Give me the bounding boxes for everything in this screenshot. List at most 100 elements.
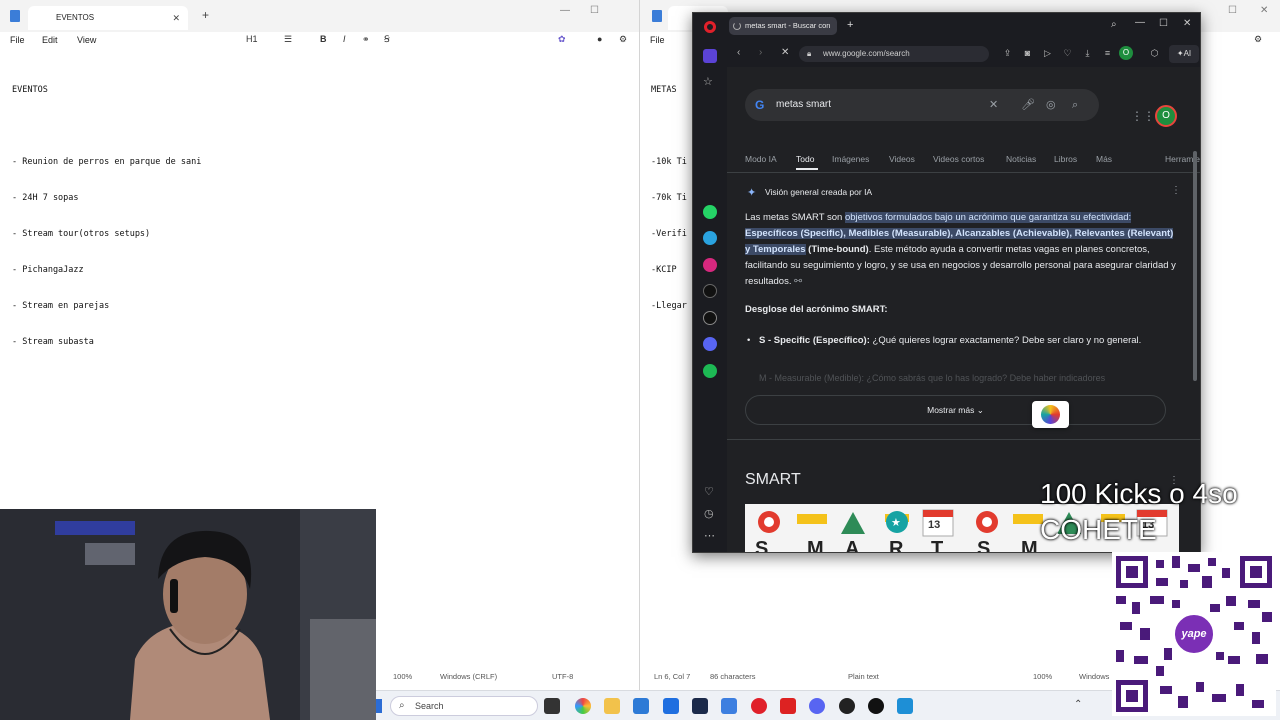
telegram-icon[interactable] [703, 231, 717, 245]
edge-icon[interactable] [721, 698, 737, 714]
maximize-icon[interactable]: ☐ [590, 5, 599, 16]
smart-letter: T [931, 538, 944, 552]
url-text: www.google.com/search [823, 49, 910, 58]
tab-eventos[interactable]: EVENTOS ✕ [28, 6, 188, 30]
apps-grid-icon[interactable]: ⋮⋮ [1131, 109, 1155, 123]
smart-letter: A [845, 538, 860, 552]
url-field[interactable]: 🔒︎ www.google.com/search [799, 46, 989, 62]
download-icon[interactable]: ⤓ [1082, 48, 1093, 59]
instagram-icon[interactable] [703, 258, 717, 272]
discord-icon[interactable] [809, 698, 825, 714]
share-icon[interactable]: ⇪ [1002, 48, 1013, 59]
menu-edit[interactable]: Edit [42, 35, 58, 45]
text-line: - PichangaJazz [12, 265, 84, 275]
whatsapp-icon[interactable] [703, 205, 717, 219]
microphone-icon[interactable]: 🎤︎ [1021, 89, 1035, 121]
notepad-taskbar-icon[interactable] [897, 698, 913, 714]
settings-icon[interactable]: ⚙ [619, 34, 627, 45]
task-view-icon[interactable] [544, 698, 560, 714]
close-icon[interactable]: ✕ [1260, 5, 1268, 16]
list-icon[interactable]: ☰ [284, 34, 292, 45]
menu-file[interactable]: File [650, 35, 665, 45]
show-more-button[interactable]: Mostrar más ⌄ [745, 395, 1166, 425]
file-explorer-icon[interactable] [604, 698, 620, 714]
close-icon[interactable]: ✕ [1183, 18, 1191, 29]
spotify-icon[interactable] [703, 364, 717, 378]
menu-view[interactable]: View [77, 35, 96, 45]
search-icon[interactable]: ⌕ [1072, 89, 1078, 121]
copilot-icon[interactable]: ✿ [558, 34, 566, 45]
back-icon[interactable]: ‹ [737, 47, 740, 58]
start-icon[interactable] [376, 699, 382, 713]
camera-icon[interactable]: ◙ [1022, 48, 1033, 59]
tab-libros[interactable]: Libros [1054, 154, 1077, 164]
forward-icon[interactable]: › [759, 47, 762, 58]
account-icon[interactable]: ● [597, 34, 602, 44]
google-account-avatar[interactable]: O [1155, 105, 1177, 127]
maximize-icon[interactable]: ☐ [1159, 18, 1168, 29]
home-icon[interactable] [703, 49, 717, 63]
tab-todo[interactable]: Todo [796, 154, 814, 164]
google-search-box[interactable]: G metas smart ✕ 🎤︎ ◎ ⌕ [745, 89, 1099, 121]
tab-mas[interactable]: Más [1096, 154, 1112, 164]
store-icon[interactable] [633, 698, 649, 714]
taskbar-search[interactable]: ⌕ Search [390, 696, 538, 716]
notepad-right-content[interactable]: METAS -10k Ti -70k Ti -Verifi -KCIP -Lle… [651, 60, 687, 336]
more-icon[interactable]: ⋯ [704, 529, 715, 542]
browser-tab-active[interactable]: metas smart - Buscar con [729, 17, 837, 35]
yape-logo-icon: yape [1172, 612, 1216, 656]
ai-highlight-segment[interactable]: objetivos formulados bajo un acrónimo qu… [844, 212, 1132, 223]
tab-modo-ia[interactable]: Modo IA [745, 154, 777, 164]
heart-icon[interactable]: ♡ [704, 485, 714, 498]
menu-file[interactable]: File [10, 35, 25, 45]
settings-icon[interactable]: ⚙ [1254, 34, 1262, 45]
tab-videos[interactable]: Videos [889, 154, 915, 164]
search-tabs-icon[interactable]: ⌕ [1111, 19, 1117, 30]
obs-icon[interactable] [839, 698, 855, 714]
new-tab-icon[interactable]: + [847, 19, 853, 31]
profile-avatar[interactable]: O [1119, 46, 1133, 60]
ai-bold-segment: (Time-bound) [805, 244, 869, 255]
text-line: -10k Ti [651, 157, 687, 167]
extensions-icon[interactable]: ⬡ [1149, 48, 1160, 59]
minimize-icon[interactable]: — [1135, 17, 1145, 28]
dropbox-icon[interactable] [663, 698, 679, 714]
lens-icon[interactable]: ◎ [1046, 89, 1056, 121]
copilot-icon[interactable] [575, 698, 591, 714]
maximize-icon[interactable]: ☐ [1228, 5, 1237, 16]
italic-icon[interactable]: I [343, 34, 346, 44]
bold-icon[interactable]: B [320, 34, 327, 44]
opera-logo-icon[interactable] [704, 21, 716, 33]
star-icon[interactable]: ☆ [703, 75, 713, 88]
discord-icon[interactable] [703, 337, 717, 351]
more-options-icon[interactable]: ⋮ [1171, 185, 1181, 196]
citation-link-icon[interactable]: ⚯ [794, 276, 802, 287]
app-icon[interactable] [868, 698, 884, 714]
link-icon[interactable]: ⚭ [362, 34, 370, 45]
terminal-icon[interactable] [692, 698, 708, 714]
clear-format-icon[interactable]: Ꞩ [384, 34, 390, 45]
status-encoding: UTF-8 [552, 672, 574, 681]
minimize-icon[interactable]: — [560, 5, 570, 16]
ai-button[interactable]: ✦AI [1169, 45, 1199, 63]
close-tab-icon[interactable]: ✕ [172, 6, 180, 30]
history-icon[interactable]: ◷ [704, 507, 714, 520]
media-app-icon[interactable] [780, 698, 796, 714]
heart-icon[interactable]: ♡ [1062, 48, 1073, 59]
tray-chevron-icon[interactable]: ⌃ [1074, 699, 1082, 710]
heading-dropdown[interactable]: H1 [246, 34, 258, 44]
tab-imagenes[interactable]: Imágenes [832, 154, 869, 164]
x-twitter-icon[interactable] [703, 311, 717, 325]
play-icon[interactable]: ▷ [1042, 48, 1053, 59]
tab-noticias[interactable]: Noticias [1006, 154, 1036, 164]
tiktok-icon[interactable] [703, 284, 717, 298]
clear-search-icon[interactable]: ✕ [989, 89, 998, 121]
menu-icon[interactable]: ≡ [1102, 48, 1113, 59]
notepad-left-content[interactable]: EVENTOS - Reunion de perros en parque de… [12, 60, 201, 372]
stop-icon[interactable]: ✕ [781, 47, 789, 58]
new-tab-icon[interactable]: + [202, 8, 209, 22]
floating-extension-icon[interactable] [1032, 401, 1069, 428]
tab-videos-cortos[interactable]: Videos cortos [933, 154, 984, 164]
opera-icon[interactable] [751, 698, 767, 714]
page-scrollbar[interactable] [1193, 151, 1197, 381]
